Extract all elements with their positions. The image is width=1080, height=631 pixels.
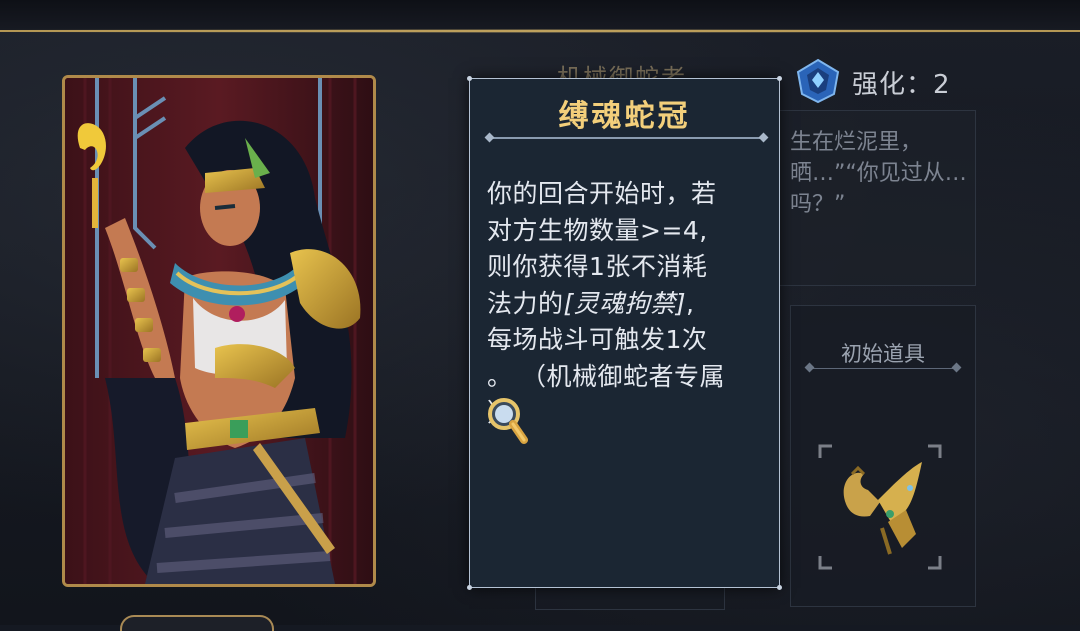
character-card[interactable] <box>62 75 376 587</box>
top-bar <box>0 0 1080 32</box>
starting-item-label: 初始道具 <box>841 342 925 366</box>
description-line: 。 （机械御蛇者专属 <box>487 361 725 391</box>
description-text: , <box>686 288 695 318</box>
tooltip-title: 缚魂蛇冠 <box>558 99 691 134</box>
description-line: 则你获得1张不消耗 <box>487 252 708 281</box>
description-line: 法力的[灵魂拘禁], <box>487 286 761 323</box>
golden-bird-relic-icon[interactable] <box>818 444 942 570</box>
tooltip-description: 你的回合开始时，若 对方生物数量>=4, 则你获得1张不消耗 法力的[灵魂拘禁]… <box>487 176 761 432</box>
starting-item-divider <box>810 368 956 369</box>
card-bottom-tab[interactable] <box>120 615 274 631</box>
tooltip-divider <box>489 137 764 139</box>
description-line: 对方生物数量>=4, <box>487 215 708 245</box>
card-reference-link[interactable]: [灵魂拘禁] <box>564 289 687 318</box>
upgrade-level: 强化：2 <box>852 70 951 100</box>
bottom-panel <box>535 585 725 610</box>
magnifier-icon[interactable] <box>484 396 530 446</box>
tooltip-corner <box>467 585 472 590</box>
description-line: 你的回合开始时，若 <box>487 179 717 208</box>
lore-text: 生在烂泥里，晒…”“你见过从…吗？” <box>790 130 967 217</box>
upgrade-shield-icon <box>796 58 840 104</box>
top-bar-divider <box>0 29 1080 33</box>
tooltip-corner <box>777 585 782 590</box>
description-line: 每场战斗可触发1次 <box>487 325 708 354</box>
description-text: 法力的 <box>487 288 564 318</box>
tooltip-corner <box>467 76 472 81</box>
character-portrait <box>65 78 373 584</box>
tooltip-corner <box>777 76 782 81</box>
